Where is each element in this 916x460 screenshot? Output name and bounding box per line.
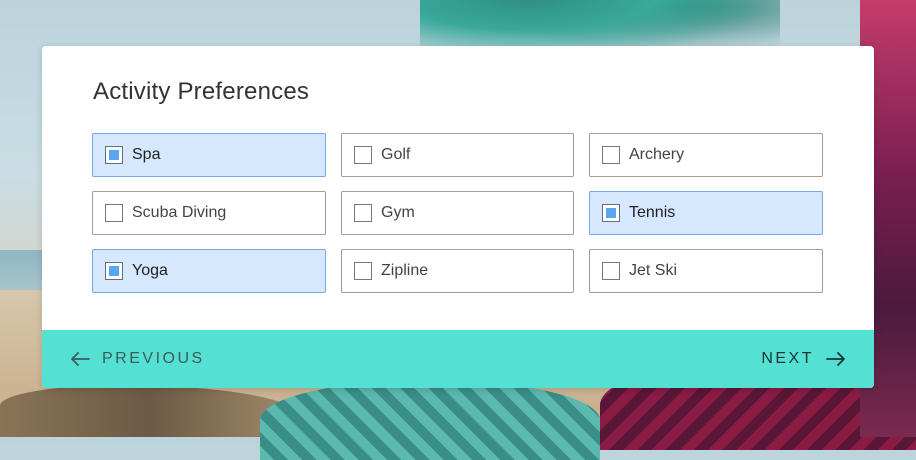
checkbox[interactable]	[105, 262, 123, 280]
option-yoga[interactable]: Yoga	[92, 249, 326, 293]
option-label: Spa	[132, 146, 161, 163]
checkbox[interactable]	[602, 146, 620, 164]
arrow-left-icon	[70, 351, 90, 367]
option-label: Zipline	[381, 262, 429, 279]
option-label: Scuba Diving	[132, 204, 227, 221]
option-archery[interactable]: Archery	[589, 133, 823, 177]
page-title: Activity Preferences	[93, 78, 310, 105]
option-label: Yoga	[132, 262, 168, 279]
option-zipline[interactable]: Zipline	[341, 249, 574, 293]
option-label: Golf	[381, 146, 411, 163]
next-label: NEXT	[761, 350, 814, 367]
option-tennis[interactable]: Tennis	[589, 191, 823, 235]
next-button[interactable]: NEXT	[761, 350, 846, 368]
previous-button[interactable]: PREVIOUS	[70, 350, 205, 368]
option-label: Tennis	[629, 204, 676, 221]
option-label: Archery	[629, 146, 685, 163]
option-label: Gym	[381, 204, 415, 221]
option-label: Jet Ski	[629, 262, 678, 279]
option-jet-ski[interactable]: Jet Ski	[589, 249, 823, 293]
checkbox[interactable]	[602, 204, 620, 222]
checkbox[interactable]	[354, 146, 372, 164]
background-pineapple-teal	[260, 380, 600, 460]
option-scuba-diving[interactable]: Scuba Diving	[92, 191, 326, 235]
preferences-card: Activity Preferences Spa Golf Archery Sc…	[42, 46, 874, 388]
checkbox[interactable]	[354, 204, 372, 222]
option-gym[interactable]: Gym	[341, 191, 574, 235]
option-spa[interactable]: Spa	[92, 133, 326, 177]
checkbox[interactable]	[354, 262, 372, 280]
wizard-footer: PREVIOUS NEXT	[42, 330, 874, 388]
previous-label: PREVIOUS	[102, 350, 205, 367]
option-golf[interactable]: Golf	[341, 133, 574, 177]
arrow-right-icon	[826, 351, 846, 367]
checkbox[interactable]	[602, 262, 620, 280]
checkbox[interactable]	[105, 204, 123, 222]
options-grid: Spa Golf Archery Scuba Diving Gym Tennis…	[92, 133, 823, 293]
checkbox[interactable]	[105, 146, 123, 164]
